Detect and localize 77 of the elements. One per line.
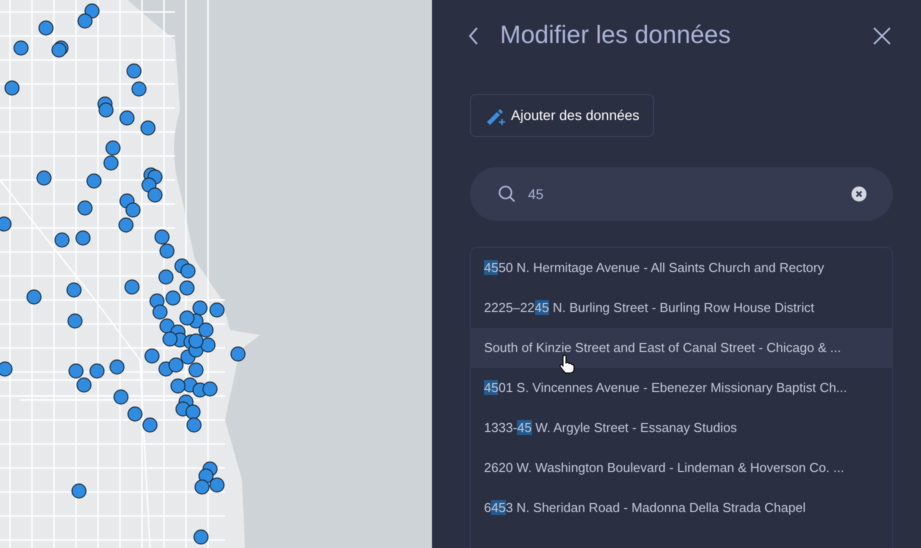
map-marker[interactable] (188, 334, 204, 348)
panel-title: Modifier les données (500, 20, 732, 52)
result-item[interactable]: 4501 S. Vincennes Avenue - Ebenezer Missionary Baptist Ch... (471, 368, 892, 408)
map-marker[interactable] (126, 202, 140, 218)
map-marker[interactable] (54, 232, 70, 248)
map-marker[interactable] (200, 338, 216, 352)
map-marker[interactable] (180, 264, 196, 278)
map-marker[interactable] (76, 230, 90, 246)
map-marker[interactable] (144, 348, 160, 364)
map-marker[interactable] (26, 290, 42, 304)
map-marker[interactable] (98, 102, 114, 118)
map-marker[interactable] (66, 282, 82, 298)
map-marker[interactable] (186, 418, 202, 432)
search-field[interactable]: 45 (470, 167, 893, 221)
button-label: Ajouter des données (511, 106, 640, 125)
map-marker[interactable] (110, 360, 124, 374)
map-marker[interactable] (142, 418, 158, 432)
map-marker[interactable] (132, 82, 146, 96)
map-marker[interactable] (106, 140, 120, 156)
map-marker[interactable] (186, 404, 200, 420)
map-marker[interactable] (14, 40, 28, 56)
map-marker[interactable] (152, 304, 168, 320)
map-marker[interactable] (162, 332, 178, 346)
map-marker[interactable] (194, 530, 208, 544)
map-marker[interactable] (210, 302, 224, 318)
result-item[interactable]: 1333-45 W. Argyle Street - Essanay Studios (471, 408, 892, 448)
map-marker[interactable] (4, 80, 20, 96)
map-marker[interactable] (120, 110, 134, 126)
result-item[interactable]: 6453 N. Sheridan Road - Madonna Della Strada Chapel (471, 488, 892, 528)
map-marker[interactable] (0, 216, 12, 232)
map-marker[interactable] (68, 364, 84, 378)
map-marker[interactable] (78, 200, 92, 216)
map-marker[interactable] (128, 406, 142, 422)
map-marker[interactable] (210, 478, 224, 492)
map-marker[interactable] (126, 64, 142, 78)
map-marker[interactable] (0, 362, 12, 376)
map-marker[interactable] (118, 218, 134, 232)
back-icon (469, 27, 479, 45)
map-marker[interactable] (52, 42, 66, 58)
map-marker[interactable] (72, 484, 86, 498)
hand-cursor-icon (559, 354, 575, 374)
map-marker[interactable] (188, 362, 204, 378)
map-marker[interactable] (198, 322, 214, 338)
clear-icon[interactable] (851, 186, 867, 202)
close-button[interactable] (871, 25, 893, 47)
close-icon (873, 27, 891, 45)
search-input[interactable]: 45 (528, 184, 851, 204)
map-marker[interactable] (170, 378, 186, 394)
map-marker[interactable] (202, 382, 218, 396)
map-marker[interactable] (86, 174, 102, 188)
map-marker[interactable] (124, 280, 140, 294)
map-marker[interactable] (148, 188, 162, 202)
map-marker[interactable] (230, 346, 246, 362)
result-item[interactable]: 2225–2245 N. Burling Street - Burling Row House District (471, 288, 892, 328)
map-marker[interactable] (180, 280, 194, 296)
map-marker[interactable] (76, 378, 92, 392)
map-marker[interactable] (154, 230, 170, 244)
map-marker[interactable] (166, 290, 180, 306)
result-item[interactable]: 4550 N. Hermitage Avenue - All Saints Church and Rectory (471, 248, 892, 288)
map-marker[interactable] (180, 310, 194, 326)
map-marker[interactable] (38, 20, 54, 36)
map-marker[interactable] (140, 120, 156, 136)
add-data-button[interactable]: Ajouter des données (470, 94, 654, 137)
map-marker[interactable] (168, 358, 184, 372)
map-marker[interactable] (36, 170, 52, 186)
map-marker[interactable] (104, 156, 118, 170)
map-marker[interactable] (90, 364, 104, 378)
map-marker[interactable] (84, 4, 100, 18)
map-marker[interactable] (160, 244, 174, 258)
map-marker[interactable] (194, 480, 210, 494)
search-icon (498, 185, 516, 203)
result-item[interactable]: 2620 W. Washington Boulevard - Lindeman & Hoverson Co. ... (471, 448, 892, 488)
map-marker[interactable] (158, 270, 174, 284)
map-marker[interactable] (192, 300, 208, 316)
map-marker[interactable] (78, 14, 92, 28)
map-marker[interactable] (68, 314, 82, 328)
map-marker[interactable] (114, 390, 128, 404)
